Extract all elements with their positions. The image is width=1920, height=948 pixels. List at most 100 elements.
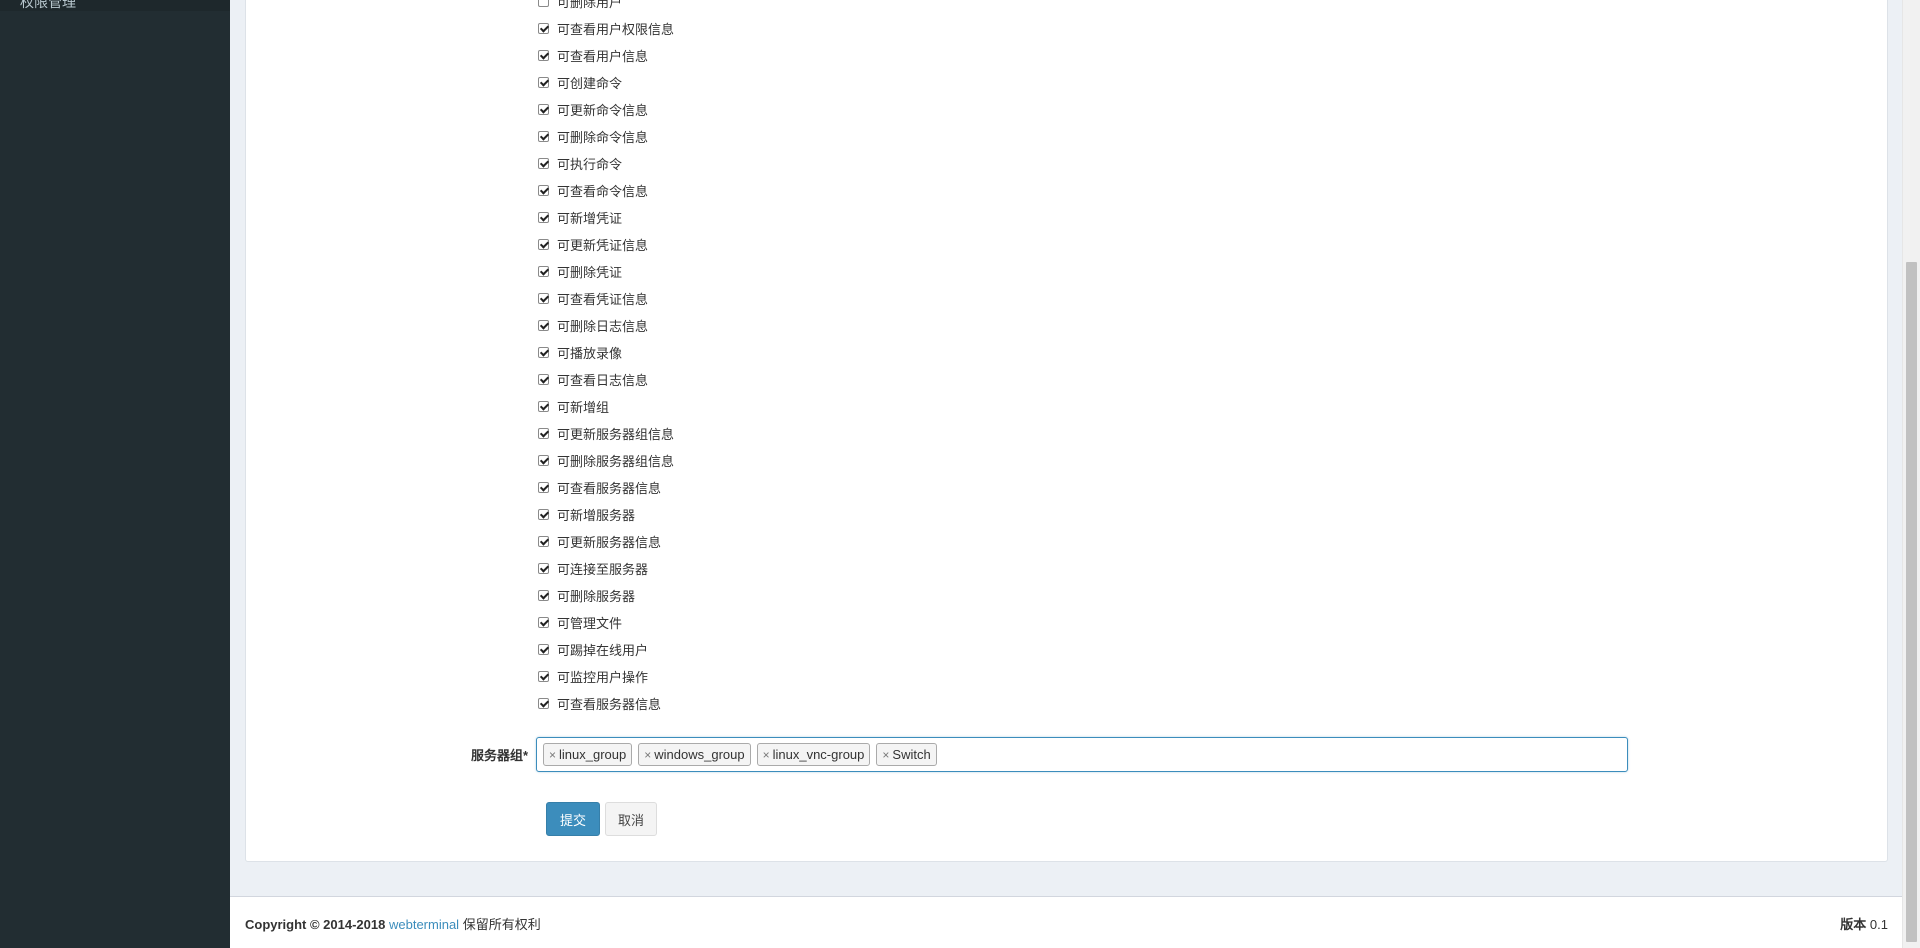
permission-label: 可踢掉在线用户 [557, 643, 649, 658]
brand-link[interactable]: webterminal [389, 917, 459, 932]
permission-checkbox[interactable] [538, 293, 549, 304]
permission-checkbox[interactable] [538, 455, 549, 466]
permission-item: 可执行命令 [538, 150, 674, 177]
version-label: 版本 [1840, 917, 1867, 932]
permission-label: 可更新服务器组信息 [557, 427, 675, 442]
selected-tags: × linux_group × windows_group × linux_vnc-gro… [543, 743, 937, 766]
tag-label: linux_vnc-group [772, 747, 865, 762]
permission-item: 可查看服务器信息 [538, 474, 674, 501]
permission-checkbox[interactable] [538, 212, 549, 223]
server-group-label: 服务器组* [470, 748, 528, 763]
permission-checkbox[interactable] [538, 644, 549, 655]
permission-checkbox[interactable] [538, 482, 549, 493]
tag-remove-icon[interactable]: × [882, 748, 889, 762]
permission-item: 可查看用户权限信息 [538, 15, 674, 42]
permission-checkbox[interactable] [538, 509, 549, 520]
permission-list: 可删除用户 可查看用户权限信息 可查看用户信息 可创建命令 可更新命令信息 可删除命令信息… [538, 0, 674, 717]
rights-text: 保留所有权利 [462, 917, 541, 932]
permission-label: 可查看凭证信息 [557, 292, 649, 307]
permission-checkbox[interactable] [538, 239, 549, 250]
permission-checkbox[interactable] [538, 563, 549, 574]
permission-label: 可执行命令 [557, 157, 623, 172]
permission-label: 可删除日志信息 [557, 319, 649, 334]
tag-label: Switch [892, 747, 931, 762]
footer-version: 版本 0.1 [1840, 914, 1888, 933]
permission-item: 可播放录像 [538, 339, 674, 366]
cancel-button[interactable]: 取消 [605, 802, 657, 836]
selected-tag: × linux_vnc-group [756, 743, 871, 766]
permission-label: 可删除凭证 [557, 265, 623, 280]
permission-label: 可删除服务器组信息 [557, 454, 675, 469]
permission-checkbox[interactable] [538, 0, 549, 7]
permission-item: 可踢掉在线用户 [538, 636, 674, 663]
permission-label: 可更新服务器信息 [557, 535, 662, 550]
selected-tag: × windows_group [638, 743, 751, 766]
permission-label: 可新增组 [557, 400, 610, 415]
permission-label: 可新增服务器 [557, 508, 636, 523]
permission-item: 可更新服务器信息 [538, 528, 674, 555]
permission-item: 可删除服务器 [538, 582, 674, 609]
scrollbar-thumb[interactable] [1906, 262, 1917, 942]
permission-item: 可查看命令信息 [538, 177, 674, 204]
permission-item: 可新增服务器 [538, 501, 674, 528]
permission-checkbox[interactable] [538, 671, 549, 682]
permission-label: 可查看服务器信息 [557, 697, 662, 712]
selected-tag: × linux_group [543, 743, 633, 766]
permission-item: 可监控用户操作 [538, 663, 674, 690]
permission-item: 可删除用户 [538, 0, 674, 15]
permission-checkbox[interactable] [538, 131, 549, 142]
permission-checkbox[interactable] [538, 320, 549, 331]
permission-checkbox[interactable] [538, 23, 549, 34]
permission-checkbox[interactable] [538, 590, 549, 601]
permission-checkbox[interactable] [538, 266, 549, 277]
permission-item: 可查看用户信息 [538, 42, 674, 69]
permission-checkbox[interactable] [538, 374, 549, 385]
footer-copyright: Copyright © 2014-2018 webterminal 保留所有权利 [245, 914, 541, 933]
selected-tag: × Switch [876, 743, 937, 766]
permission-label: 可创建命令 [557, 76, 623, 91]
permission-checkbox[interactable] [538, 617, 549, 628]
permission-item: 可删除凭证 [538, 258, 674, 285]
permission-item: 可查看服务器信息 [538, 690, 674, 717]
tag-remove-icon[interactable]: × [644, 748, 651, 762]
permission-label: 可删除服务器 [557, 589, 636, 604]
permission-item: 可新增组 [538, 393, 674, 420]
sidebar: 权限管理 [0, 0, 230, 948]
permission-label: 可删除用户 [557, 0, 623, 10]
permission-checkbox[interactable] [538, 428, 549, 439]
permission-item: 可连接至服务器 [538, 555, 674, 582]
version-number: 0.1 [1869, 917, 1888, 932]
submit-button[interactable]: 提交 [546, 802, 600, 836]
permission-checkbox[interactable] [538, 77, 549, 88]
permission-checkbox[interactable] [538, 698, 549, 709]
permission-label: 可更新凭证信息 [557, 238, 649, 253]
tag-remove-icon[interactable]: × [763, 748, 770, 762]
permission-checkbox[interactable] [538, 158, 549, 169]
permission-item: 可删除命令信息 [538, 123, 674, 150]
permission-item: 可管理文件 [538, 609, 674, 636]
permission-checkbox[interactable] [538, 104, 549, 115]
tag-label: linux_group [559, 747, 627, 762]
permission-label: 可查看用户信息 [557, 49, 649, 64]
permission-label: 可连接至服务器 [557, 562, 649, 577]
sidebar-item-label: 权限管理 [20, 0, 76, 10]
permission-checkbox[interactable] [538, 347, 549, 358]
permission-label: 可查看服务器信息 [557, 481, 662, 496]
permission-checkbox[interactable] [538, 185, 549, 196]
tag-remove-icon[interactable]: × [549, 748, 556, 762]
sidebar-item-partial[interactable]: 权限管理 [0, 0, 230, 11]
permission-checkbox[interactable] [538, 50, 549, 61]
server-group-select[interactable]: × linux_group × windows_group × linux_vnc-gro… [536, 737, 1628, 772]
tag-label: windows_group [654, 747, 745, 762]
permission-label: 可播放录像 [557, 346, 623, 361]
footer: Copyright © 2014-2018 webterminal 保留所有权利… [230, 896, 1902, 948]
permission-item: 可新增凭证 [538, 204, 674, 231]
permission-checkbox[interactable] [538, 401, 549, 412]
permission-label: 可管理文件 [557, 616, 623, 631]
permission-label: 可监控用户操作 [557, 670, 649, 685]
permission-checkbox[interactable] [538, 536, 549, 547]
permission-label: 可查看用户权限信息 [557, 22, 675, 37]
permission-label: 可查看日志信息 [557, 373, 649, 388]
page-scrollbar[interactable] [1902, 0, 1920, 948]
permission-label: 可查看命令信息 [557, 184, 649, 199]
